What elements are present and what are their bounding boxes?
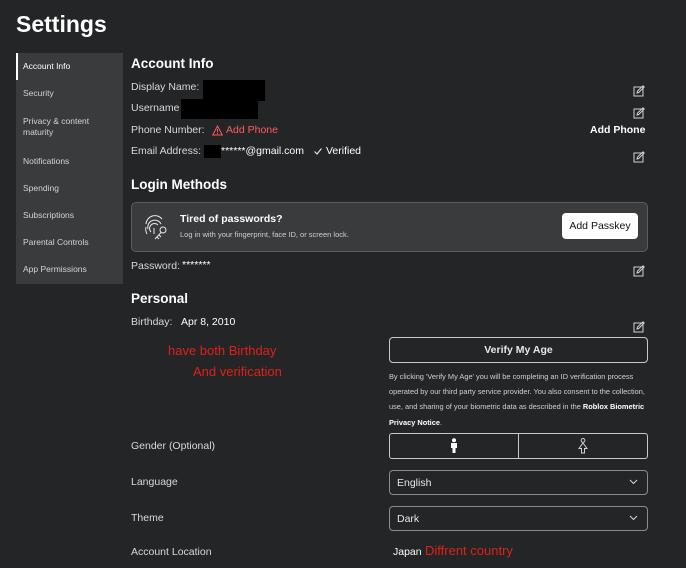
add-phone-warning[interactable]: Add Phone: [212, 124, 278, 136]
gender-male-option[interactable]: [390, 434, 518, 458]
passkey-title: Tired of passwords?: [180, 213, 283, 225]
theme-select[interactable]: Dark: [389, 506, 648, 531]
chevron-down-icon: [629, 479, 638, 485]
password-label: Password:: [131, 260, 181, 272]
username-redacted: [181, 99, 258, 119]
verification-disclaimer: By clicking 'Verify My Age' you will be …: [389, 369, 651, 430]
settings-sidebar: Account Info Security Privacy & content …: [16, 53, 123, 284]
verified-label: Verified: [326, 145, 362, 157]
password-value: *******: [182, 259, 211, 271]
sidebar-item-privacy[interactable]: Privacy & content maturity: [16, 107, 106, 147]
username-label: Username: [131, 102, 180, 114]
theme-label: Theme: [131, 512, 164, 524]
birthday-label: Birthday:: [131, 316, 173, 328]
sidebar-item-app-permissions[interactable]: App Permissions: [16, 256, 123, 283]
edit-username-button[interactable]: [633, 106, 645, 124]
edit-icon: [633, 85, 645, 97]
add-phone-button[interactable]: Add Phone: [590, 124, 645, 136]
edit-icon: [633, 321, 645, 333]
chevron-down-icon: [629, 515, 638, 521]
verify-my-age-button[interactable]: Verify My Age: [389, 337, 648, 363]
display-name-label: Display Name:: [131, 81, 200, 93]
annotation-birthday-verification-1: have both Birthday: [168, 343, 277, 358]
gender-selector: [389, 433, 648, 459]
passkey-banner: Tired of passwords? Log in with your fin…: [131, 202, 648, 252]
warning-icon: [212, 124, 223, 135]
sidebar-item-notifications[interactable]: Notifications: [16, 148, 123, 175]
sidebar-item-security[interactable]: Security: [16, 80, 123, 107]
gender-female-option[interactable]: [518, 434, 647, 458]
disclaimer-end: .: [439, 417, 443, 427]
female-icon: [578, 438, 588, 454]
account-location-label: Account Location: [131, 546, 212, 558]
check-icon: [314, 148, 322, 155]
add-phone-warning-label: Add Phone: [226, 124, 278, 136]
account-info-heading: Account Info: [131, 56, 214, 71]
gender-label: Gender (Optional): [131, 440, 216, 452]
sidebar-item-spending[interactable]: Spending: [16, 175, 123, 202]
edit-password-button[interactable]: [633, 264, 645, 282]
passkey-subtitle: Log in with your fingerprint, face ID, o…: [180, 230, 349, 239]
annotation-different-country: Diffrent country: [425, 543, 513, 558]
email-value: ******@gmail.com: [221, 145, 305, 157]
sidebar-item-account-info[interactable]: Account Info: [16, 53, 123, 80]
personal-heading: Personal: [131, 291, 189, 306]
account-location-value: Japan: [393, 546, 422, 558]
edit-icon: [633, 151, 645, 163]
email-verified-status: Verified: [313, 145, 361, 157]
language-label: Language: [131, 476, 178, 488]
add-passkey-button[interactable]: Add Passkey: [562, 213, 638, 239]
birthday-value: Apr 8, 2010: [181, 316, 236, 328]
fingerprint-key-icon: [145, 215, 167, 240]
annotation-birthday-verification-2: And verification: [193, 364, 282, 379]
email-label: Email Address:: [131, 145, 202, 157]
display-name-redacted: [203, 80, 265, 101]
language-select[interactable]: English: [389, 470, 648, 495]
email-redacted: [204, 145, 221, 158]
edit-email-button[interactable]: [633, 150, 645, 168]
theme-selected-value: Dark: [397, 512, 420, 525]
edit-icon: [633, 265, 645, 277]
page-title: Settings: [16, 11, 107, 37]
language-selected-value: English: [397, 476, 432, 489]
edit-birthday-button[interactable]: [633, 320, 645, 338]
phone-label: Phone Number:: [131, 124, 205, 136]
login-methods-heading: Login Methods: [131, 177, 227, 192]
edit-display-name-button[interactable]: [633, 84, 645, 102]
male-icon: [451, 438, 457, 453]
sidebar-item-parental-controls[interactable]: Parental Controls: [16, 229, 123, 256]
sidebar-item-subscriptions[interactable]: Subscriptions: [16, 202, 123, 229]
edit-icon: [633, 107, 645, 119]
